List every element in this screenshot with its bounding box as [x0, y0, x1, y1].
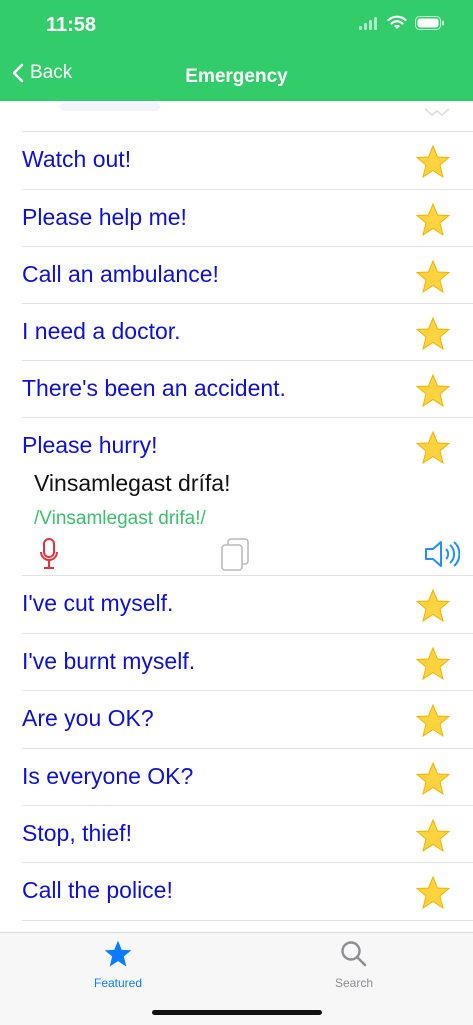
- pronunciation-text: /Vinsamlegast drifa!/: [34, 508, 206, 529]
- phrase-row[interactable]: Watch out!: [22, 131, 473, 189]
- phrase-text: Call the police!: [22, 877, 173, 903]
- home-indicator: [152, 1010, 322, 1015]
- favorite-star-icon[interactable]: [415, 430, 451, 466]
- phrase-text: Call an ambulance!: [22, 261, 219, 287]
- navigation-bar: Back Emergency: [0, 56, 473, 98]
- phrase-text: I've burnt myself.: [22, 648, 196, 674]
- favorite-star-icon[interactable]: [415, 646, 451, 682]
- phrase-row[interactable]: Please help me!: [22, 189, 473, 247]
- page-title: Emergency: [185, 66, 288, 87]
- favorite-star-icon[interactable]: [415, 316, 451, 352]
- translation-text: Vinsamlegast drífa!: [34, 470, 231, 496]
- star-outline-icon: [424, 108, 450, 116]
- favorite-star-icon[interactable]: [415, 144, 451, 180]
- phrase-row[interactable]: There's been an accident.: [22, 360, 473, 418]
- phrase-tools: [22, 538, 473, 572]
- phrase-row[interactable]: Are you OK?: [22, 690, 473, 748]
- phrase-text: Please hurry!: [22, 432, 158, 458]
- phrase-row-expanded[interactable]: Please hurry! Vinsamlegast drífa! /Vinsa…: [22, 417, 473, 576]
- favorite-star-icon[interactable]: [415, 761, 451, 797]
- favorite-star-icon[interactable]: [415, 818, 451, 854]
- phrase-row[interactable]: Call an ambulance!: [22, 246, 473, 304]
- favorite-star-icon[interactable]: [415, 588, 451, 624]
- phrase-text: Watch out!: [22, 146, 132, 172]
- microphone-icon[interactable]: [39, 538, 59, 572]
- tab-featured[interactable]: Featured: [58, 939, 178, 990]
- tab-label: Featured: [93, 976, 143, 990]
- status-icons: [359, 15, 445, 30]
- phrase-text: I've cut myself.: [22, 590, 174, 616]
- app-header: 11:58 Back Emergency: [0, 0, 473, 101]
- phrase-text: There's been an accident.: [22, 375, 286, 401]
- speaker-icon[interactable]: [424, 540, 460, 568]
- status-time: 11:58: [46, 14, 97, 36]
- magnifier-icon: [341, 941, 367, 967]
- wifi-icon: [387, 15, 407, 29]
- phrase-text: Is everyone OK?: [22, 763, 194, 789]
- tab-label: Search: [334, 976, 374, 990]
- tab-search[interactable]: Search: [294, 939, 414, 990]
- battery-icon: [415, 15, 444, 30]
- copy-icon[interactable]: [220, 538, 250, 572]
- phrase-text: Please help me!: [22, 204, 187, 230]
- star-icon: [104, 940, 132, 967]
- phrase-row[interactable]: I need a doctor.: [22, 303, 473, 361]
- favorite-star-icon[interactable]: [415, 373, 451, 409]
- phrase-row[interactable]: I've cut myself.: [22, 575, 473, 633]
- phrase-text: Are you OK?: [22, 705, 154, 731]
- phrase-row[interactable]: Stop, thief!: [22, 805, 473, 863]
- phrase-text: Stop, thief!: [22, 820, 132, 846]
- phrase-row[interactable]: Call the police!: [22, 862, 473, 921]
- phrase-row[interactable]: Is everyone OK?: [22, 748, 473, 806]
- favorite-star-icon[interactable]: [415, 875, 451, 911]
- partial-list-item: [0, 101, 473, 131]
- cellular-signal-icon: [359, 16, 377, 30]
- phrase-list[interactable]: Watch out! Please help me! Call an ambul…: [0, 101, 473, 932]
- favorite-star-icon[interactable]: [415, 202, 451, 238]
- phrase-text: I need a doctor.: [22, 318, 181, 344]
- phrase-row[interactable]: I've burnt myself.: [22, 633, 473, 691]
- favorite-star-icon[interactable]: [415, 703, 451, 739]
- favorite-star-icon[interactable]: [415, 259, 451, 295]
